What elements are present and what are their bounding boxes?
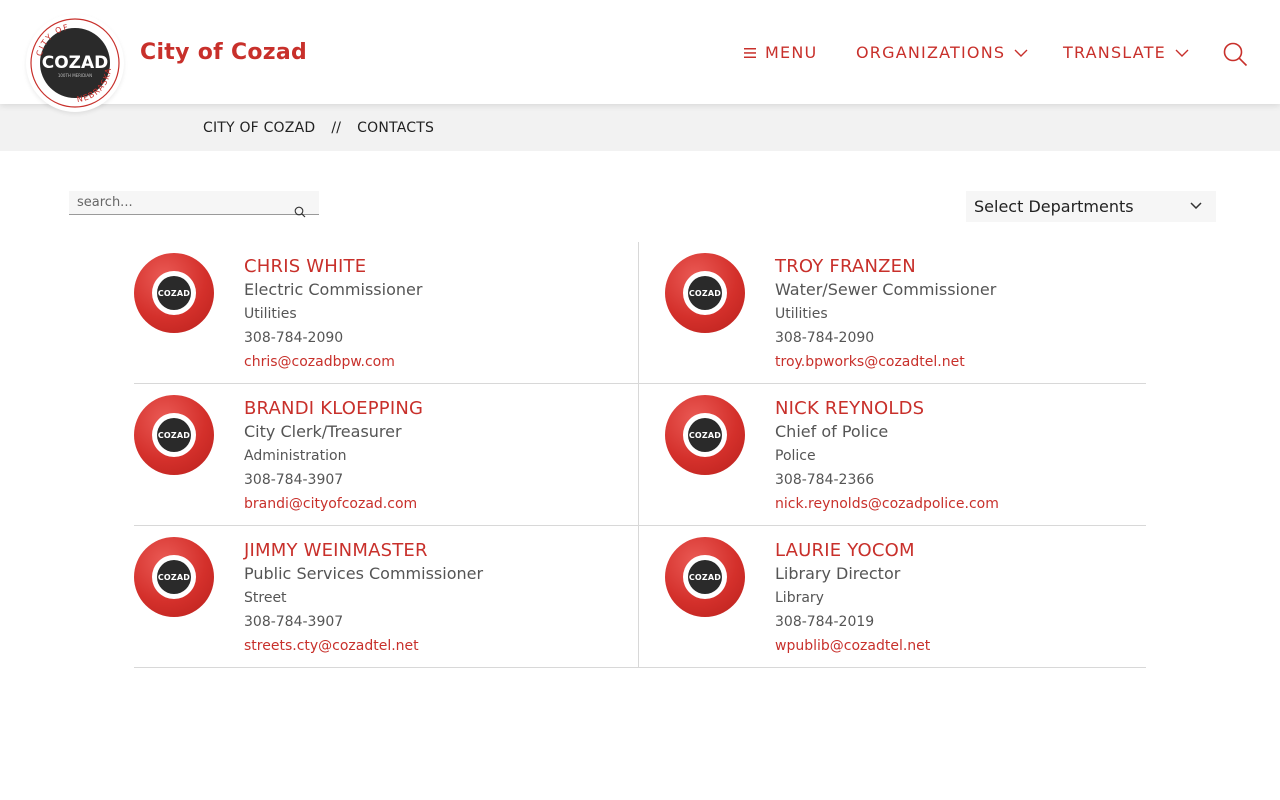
contact-avatar: COZAD (134, 253, 214, 333)
translate-dropdown[interactable]: TRANSLATE (1063, 43, 1189, 62)
breadcrumb-home[interactable]: CITY OF COZAD (203, 120, 315, 136)
header-search-button[interactable] (1222, 41, 1248, 67)
breadcrumb-bar: CITY OF COZAD // CONTACTS (0, 104, 1280, 151)
logo-tagline: 100TH MERIDIAN (58, 73, 92, 78)
contact-card: COZAD BRANDI KLOEPPING City Clerk/Treasu… (134, 384, 639, 526)
contact-avatar: COZAD (134, 395, 214, 475)
contact-email[interactable]: troy.bpworks@cozadtel.net (775, 350, 965, 374)
contact-name[interactable]: CHRIS WHITE (244, 256, 422, 278)
contact-title: City Clerk/Treasurer (244, 422, 402, 441)
contact-phone[interactable]: 308-784-3907 (244, 468, 423, 492)
contact-title: Chief of Police (775, 422, 889, 441)
contact-department: Library (775, 590, 824, 606)
contact-email[interactable]: wpublib@cozadtel.net (775, 634, 930, 658)
site-header: City of Cozad MENU ORGANIZATIONS TRANSLA… (0, 0, 1280, 104)
chevron-down-icon (1014, 49, 1028, 57)
contact-phone[interactable]: 308-784-2019 (775, 610, 930, 634)
search-icon[interactable] (294, 206, 306, 218)
breadcrumb-current: CONTACTS (357, 120, 435, 136)
contact-name[interactable]: BRANDI KLOEPPING (244, 398, 423, 420)
organizations-dropdown[interactable]: ORGANIZATIONS (856, 43, 1028, 62)
menu-label: MENU (765, 43, 818, 62)
contact-name[interactable]: TROY FRANZEN (775, 256, 996, 278)
contact-name[interactable]: JIMMY WEINMASTER (244, 540, 483, 562)
contact-phone[interactable]: 308-784-2366 (775, 468, 999, 492)
city-seal-icon: CITY OF NEBRASKA COZAD 100TH MERIDIAN (30, 18, 120, 108)
contact-email[interactable]: nick.reynolds@cozadpolice.com (775, 492, 999, 516)
menu-button[interactable]: MENU (744, 43, 817, 62)
contact-phone[interactable]: 308-784-2090 (244, 326, 422, 350)
search-input[interactable] (69, 191, 279, 214)
contact-email[interactable]: streets.cty@cozadtel.net (244, 634, 419, 658)
contact-department: Police (775, 448, 816, 464)
contact-title: Library Director (775, 564, 901, 583)
hamburger-icon (744, 47, 756, 58)
contact-title: Electric Commissioner (244, 280, 423, 299)
department-select[interactable]: Select Departments (966, 191, 1216, 222)
contact-email[interactable]: chris@cozadbpw.com (244, 350, 395, 374)
contact-avatar: COZAD (665, 537, 745, 617)
organizations-label: ORGANIZATIONS (856, 43, 1006, 62)
contact-card: COZAD LAURIE YOCOM Library Director Libr… (639, 526, 1146, 668)
contact-avatar: COZAD (134, 537, 214, 617)
contact-phone[interactable]: 308-784-3907 (244, 610, 483, 634)
contact-department: Street (244, 590, 287, 606)
logo-center-text: COZAD (42, 53, 109, 73)
chevron-down-icon (1175, 49, 1189, 57)
contact-avatar: COZAD (665, 395, 745, 475)
contact-card: COZAD CHRIS WHITE Electric Commissioner … (134, 242, 639, 384)
contact-avatar: COZAD (665, 253, 745, 333)
city-logo[interactable]: CITY OF NEBRASKA COZAD 100TH MERIDIAN (26, 14, 124, 112)
contact-email[interactable]: brandi@cityofcozad.com (244, 492, 417, 516)
contact-department: Administration (244, 448, 347, 464)
chevron-down-icon (1190, 202, 1202, 209)
department-select-label: Select Departments (974, 197, 1134, 216)
contact-card: COZAD JIMMY WEINMASTER Public Services C… (134, 526, 639, 668)
contacts-grid: COZAD CHRIS WHITE Electric Commissioner … (134, 242, 1146, 668)
contact-name[interactable]: NICK REYNOLDS (775, 398, 999, 420)
contact-search (69, 191, 319, 218)
search-icon (1223, 42, 1248, 67)
breadcrumb: CITY OF COZAD // CONTACTS (203, 120, 434, 136)
breadcrumb-separator: // (331, 120, 342, 136)
contact-department: Utilities (775, 306, 828, 322)
translate-label: TRANSLATE (1063, 43, 1166, 62)
contact-department: Utilities (244, 306, 297, 322)
contact-card: COZAD TROY FRANZEN Water/Sewer Commissio… (639, 242, 1146, 384)
site-title[interactable]: City of Cozad (140, 40, 307, 65)
contact-phone[interactable]: 308-784-2090 (775, 326, 996, 350)
contact-title: Public Services Commissioner (244, 564, 484, 583)
contact-card: COZAD NICK REYNOLDS Chief of Police Poli… (639, 384, 1146, 526)
contact-title: Water/Sewer Commissioner (775, 280, 997, 299)
contact-name[interactable]: LAURIE YOCOM (775, 540, 930, 562)
